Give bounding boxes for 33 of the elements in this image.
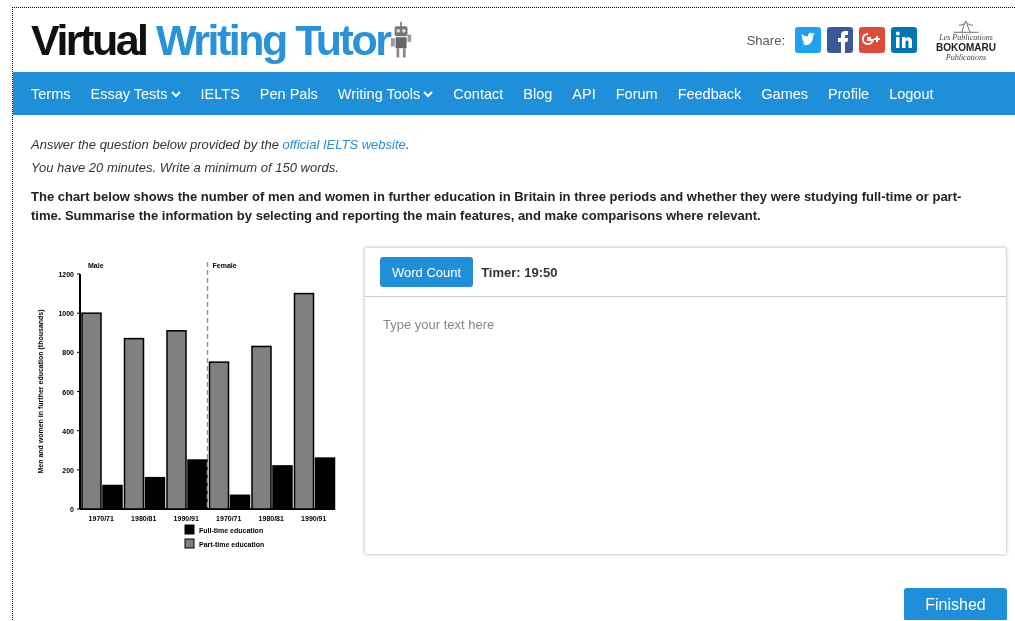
share-label: Share: — [746, 32, 785, 48]
nav-link[interactable]: Writing Tools — [337, 85, 434, 102]
figures-icon — [951, 18, 981, 33]
nav-link[interactable]: Games — [761, 85, 809, 102]
nav-link[interactable]: Contact — [453, 85, 504, 102]
linkedin-icon[interactable] — [891, 27, 917, 53]
nav-link[interactable]: Logout — [889, 85, 934, 102]
nav-link[interactable]: Blog — [523, 85, 553, 102]
publisher-subtitle: Publications — [945, 52, 987, 62]
nav-link[interactable]: Feedback — [677, 85, 742, 102]
instruction-text: Answer the question below provided by the official IELTS website. — [31, 137, 411, 152]
nav-link[interactable]: IELTS — [200, 85, 240, 102]
website-link[interactable]: official IELTS website — [282, 137, 406, 152]
nav-link[interactable]: Forum — [615, 85, 658, 102]
nav-link[interactable]: Essay Tests — [90, 85, 181, 102]
timer-text: Timer: 19:50 — [481, 264, 558, 280]
nav-link[interactable]: Pen Pals — [259, 85, 318, 102]
publisher-name: BOKOMARU — [936, 41, 996, 53]
site-logo[interactable]: Virtual Writing Tutor — [31, 15, 390, 65]
robot-icon — [391, 21, 414, 59]
editor-field[interactable]: Word Count Timer: 19:50 Type your text here — [364, 247, 1007, 555]
nav-link[interactable]: Profile — [828, 85, 870, 102]
google-plus-icon[interactable] — [859, 27, 885, 53]
facebook-icon[interactable] — [827, 27, 853, 53]
text-input-field[interactable]: Type your text here — [365, 297, 1006, 554]
publisher-tagline: Les Publications — [939, 32, 993, 42]
question-text: The chart below shows the number of men and women in further education in Britain in three periods and whether they were studying full-time or part-time. Summarise the information by selecting and reporting the main features, and make comparisons where relevant. — [31, 188, 963, 225]
finished-button[interactable]: Finished — [904, 588, 1007, 620]
nav-link[interactable]: Terms — [31, 85, 71, 102]
word-count-button[interactable]: Word Count — [380, 257, 474, 287]
nav-link[interactable]: API — [572, 85, 596, 102]
twitter-icon[interactable] — [795, 27, 821, 53]
time-note: You have 20 minutes. Write a minimum of 150 words. — [31, 160, 340, 175]
